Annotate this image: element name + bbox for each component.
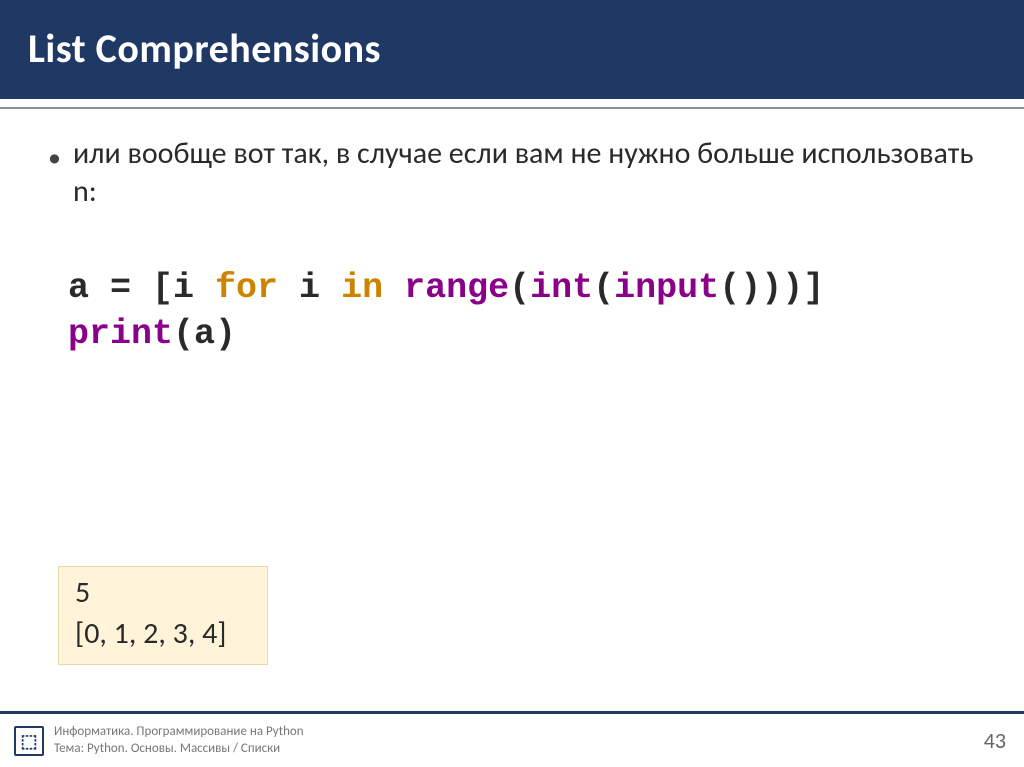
- output-line: 5: [75, 573, 249, 614]
- bullet-text: или вообще вот так, в случае если вам не…: [73, 135, 984, 210]
- code-text: (: [509, 268, 530, 308]
- output-box: 5 [0, 1, 2, 3, 4]: [58, 566, 268, 665]
- code-text: [383, 268, 404, 308]
- page-number: 43: [964, 727, 1006, 754]
- builtin-int: int: [530, 268, 593, 308]
- output-line: [0, 1, 2, 3, 4]: [75, 614, 249, 655]
- code-text: ()))]: [719, 268, 824, 308]
- bullet-marker: •: [48, 141, 61, 210]
- code-text: a = [i: [68, 268, 215, 308]
- footer-topic: Тема: Python. Основы. Массивы / Списки: [54, 741, 964, 758]
- code-text: (a): [173, 314, 236, 354]
- footer-course: Информатика. Программирование на Python: [54, 724, 964, 741]
- keyword-for: for: [215, 268, 278, 308]
- logo-icon: ⬚: [14, 726, 44, 756]
- code-text: (: [593, 268, 614, 308]
- builtin-range: range: [404, 268, 509, 308]
- builtin-input: input: [614, 268, 719, 308]
- keyword-in: in: [341, 268, 383, 308]
- builtin-print: print: [68, 314, 173, 354]
- slide-footer: ⬚ Информатика. Программирование на Pytho…: [0, 711, 1024, 767]
- logo-glyph: ⬚: [20, 730, 37, 752]
- decor-gap: [0, 99, 1024, 107]
- slide-title: List Comprehensions: [28, 24, 996, 73]
- footer-text: Информатика. Программирование на Python …: [54, 724, 964, 758]
- bullet-item: • или вообще вот так, в случае если вам …: [48, 135, 984, 210]
- slide: List Comprehensions • или вообще вот так…: [0, 0, 1024, 767]
- code-block: a = [i for i in range(int(input()))]prin…: [68, 266, 984, 357]
- slide-content: • или вообще вот так, в случае если вам …: [0, 109, 1024, 767]
- slide-header: List Comprehensions: [0, 0, 1024, 99]
- code-text: i: [278, 268, 341, 308]
